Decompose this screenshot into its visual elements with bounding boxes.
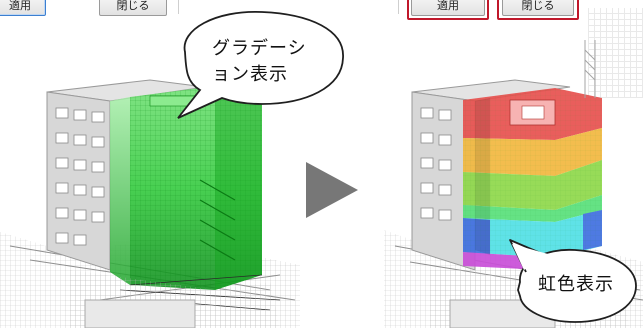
transition-arrow-icon: [306, 162, 358, 218]
rainbow-callout-text: 虹色表示: [538, 274, 614, 295]
gradation-callout-text: グラデーシ ョン表示: [212, 36, 307, 88]
roof-hatch: [521, 105, 545, 120]
gradation-callout-line1: グラデーシ: [212, 38, 307, 59]
foundation-block: [84, 299, 196, 328]
mast: [584, 40, 596, 98]
gradation-side: [110, 97, 130, 285]
gradation-callout-line2: ョン表示: [212, 64, 288, 85]
gradation-right: [215, 86, 262, 290]
